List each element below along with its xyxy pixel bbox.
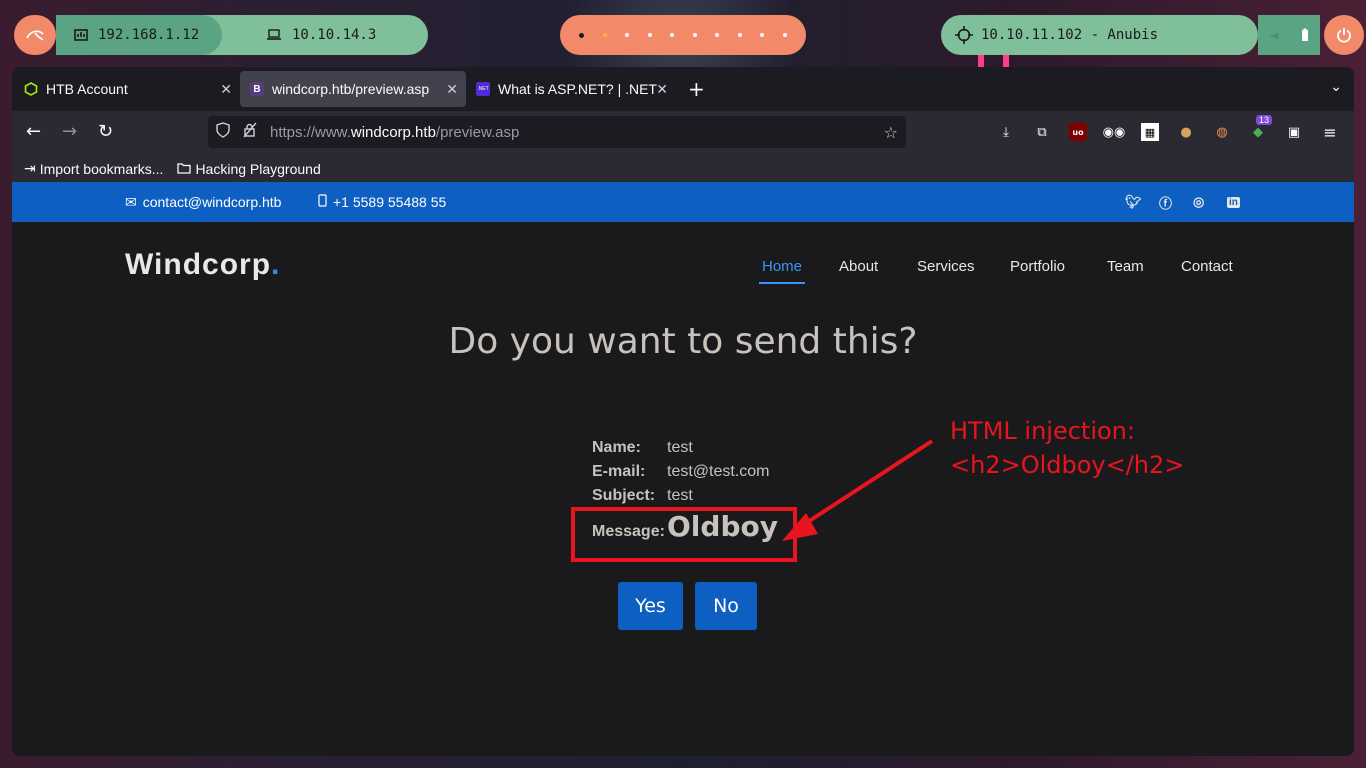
annotation-arrow [782, 439, 934, 541]
annotation-line-1: HTML injection: [950, 417, 1135, 445]
annotation-line-2: <h2>Oldboy</h2> [950, 451, 1185, 479]
annotation-text: HTML injection: <h2>Oldboy</h2> [950, 414, 1184, 482]
